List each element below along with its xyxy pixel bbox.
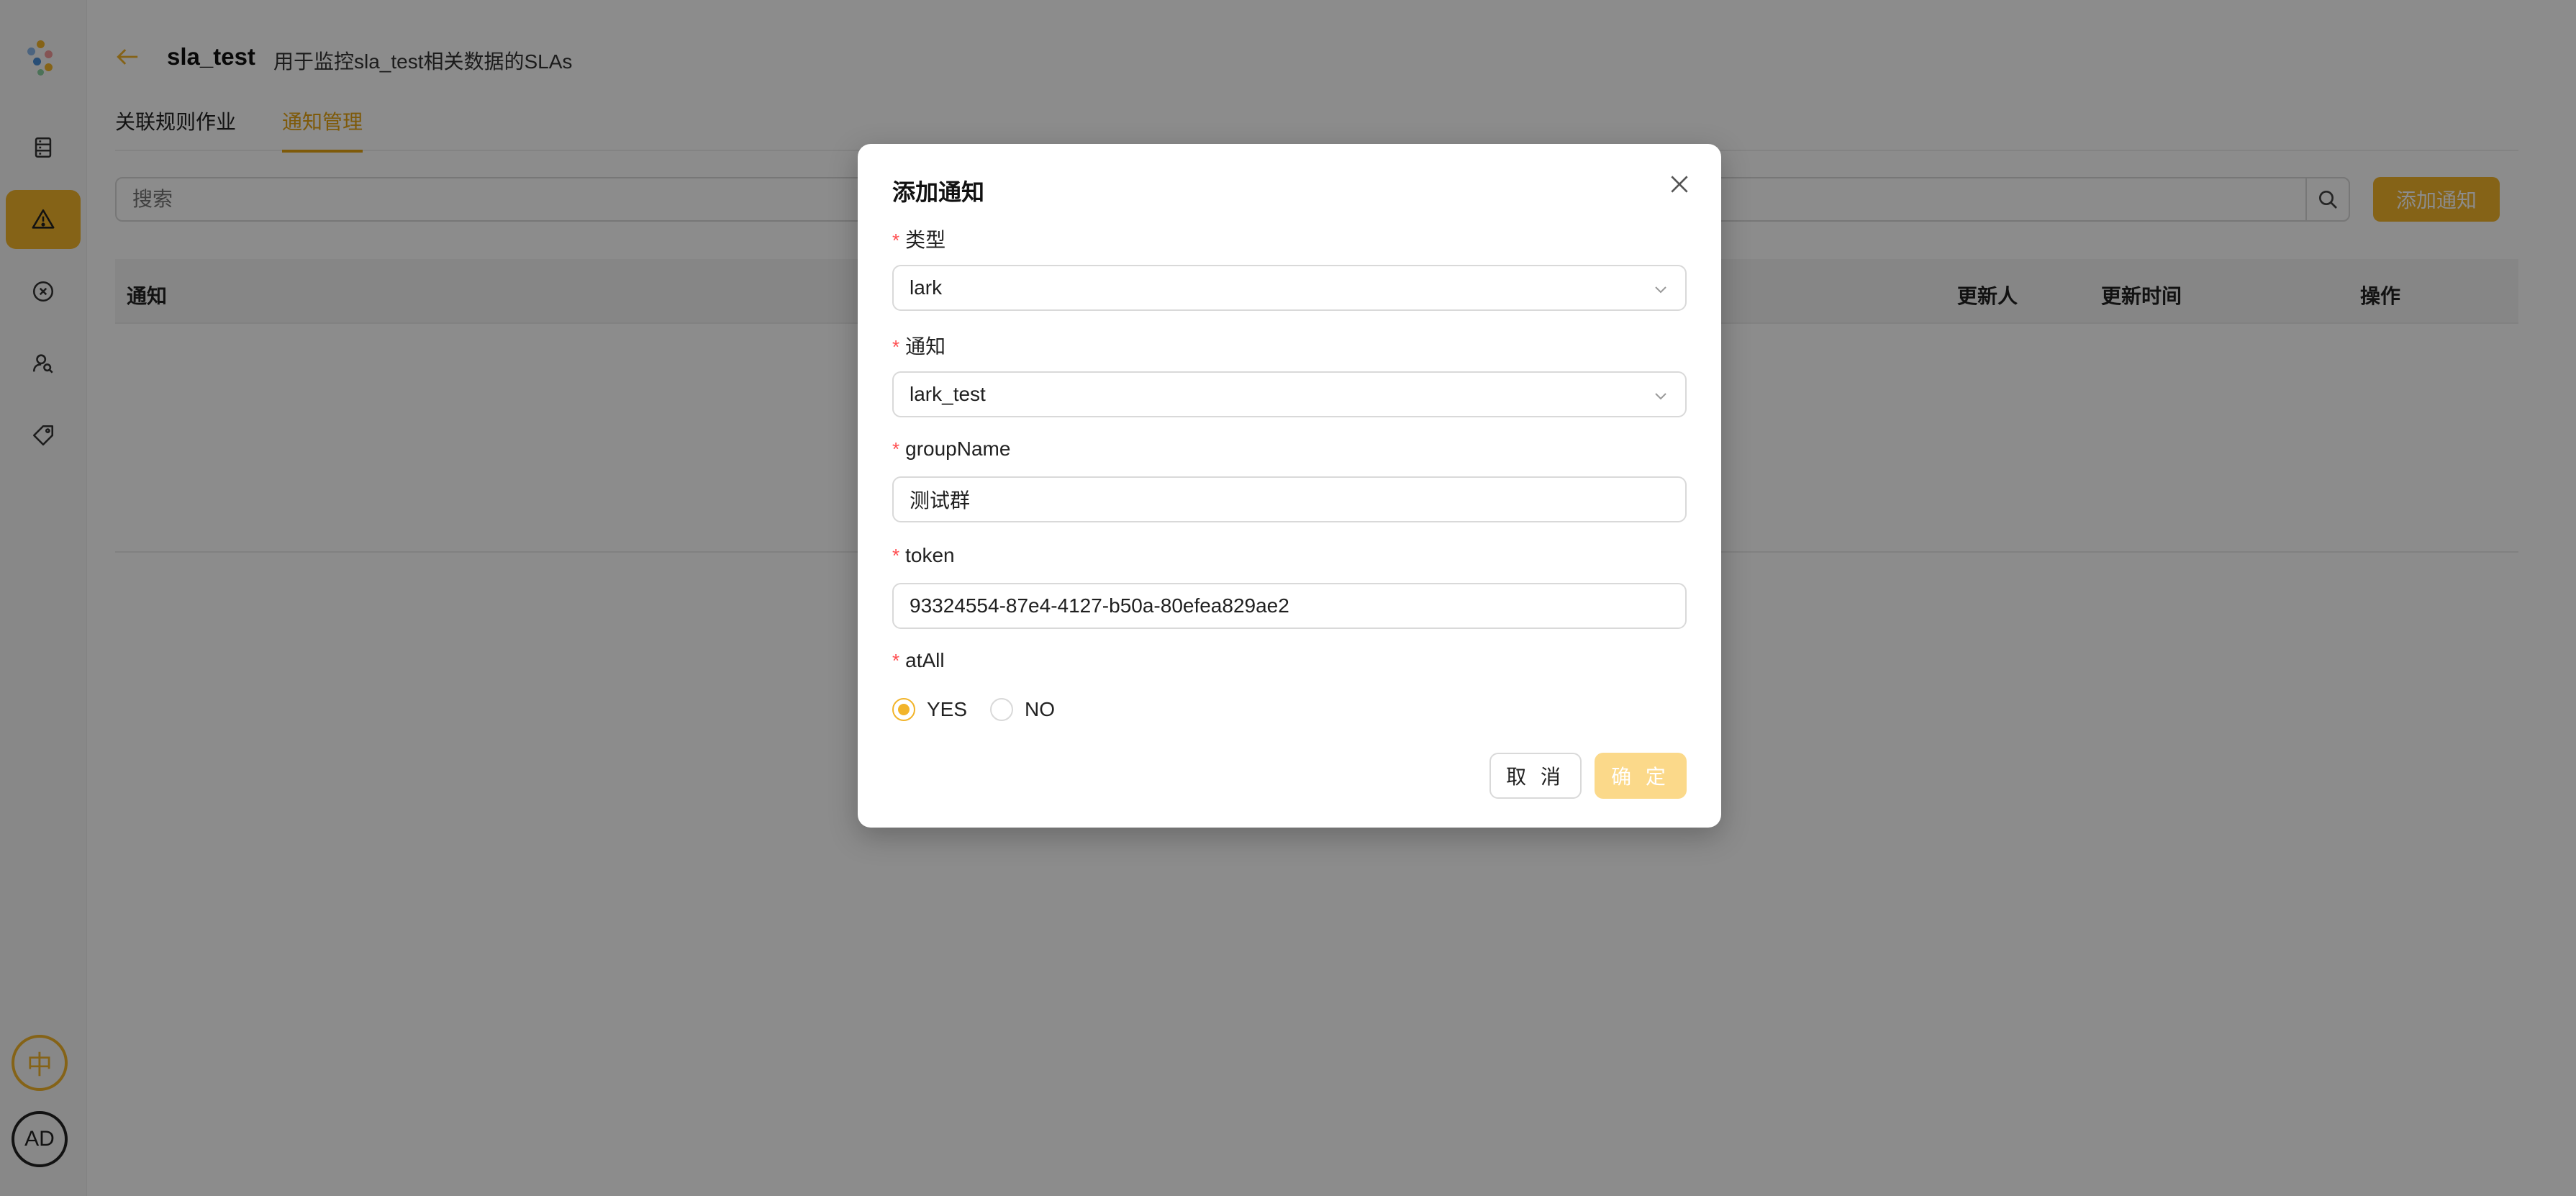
required-mark: * [892, 336, 900, 358]
token-input[interactable]: 93324554-87e4-4127-b50a-80efea829ae2 [892, 583, 1687, 629]
token-field-label: * token [892, 544, 955, 566]
required-mark: * [892, 230, 900, 251]
at-all-radio-group: YES NO [892, 698, 1078, 721]
dialog-title: 添加通知 [892, 179, 985, 205]
notify-select-value: lark_test [910, 383, 986, 405]
type-select-value: lark [910, 276, 943, 299]
type-field-label: * 类型 [892, 229, 946, 251]
at-all-field-label: * atAll [892, 649, 945, 671]
token-value: 93324554-87e4-4127-b50a-80efea829ae2 [910, 594, 1289, 617]
group-name-input[interactable]: 测试群 [892, 476, 1687, 522]
cancel-button[interactable]: 取 消 [1489, 753, 1582, 799]
required-mark: * [892, 438, 900, 460]
confirm-button[interactable]: 确 定 [1595, 753, 1687, 799]
required-mark: * [892, 545, 900, 566]
close-icon[interactable] [1668, 173, 1691, 196]
group-name-value: 测试群 [910, 489, 971, 512]
notify-select[interactable]: lark_test [892, 371, 1687, 417]
notify-field-label: * 通知 [892, 335, 946, 358]
required-mark: * [892, 650, 900, 671]
add-notification-dialog: 添加通知 * 类型 lark * 通知 lark_test * groupName 测… [858, 144, 1721, 828]
type-select[interactable]: lark [892, 265, 1687, 311]
at-all-yes-label[interactable]: YES [927, 698, 967, 721]
group-name-field-label: * groupName [892, 438, 1011, 460]
at-all-no-radio[interactable] [990, 698, 1014, 721]
chevron-down-icon [1655, 393, 1666, 400]
chevron-down-icon [1655, 286, 1666, 294]
at-all-yes-radio[interactable] [892, 698, 915, 721]
at-all-no-label[interactable]: NO [1025, 698, 1055, 721]
